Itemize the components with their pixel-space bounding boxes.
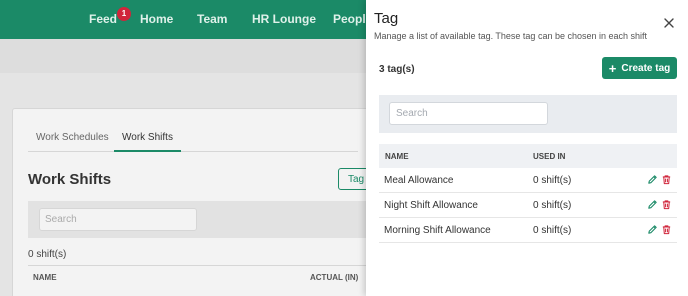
tag-count: 3 tag(s): [379, 64, 415, 75]
nav-hr-lounge[interactable]: HR Lounge: [252, 12, 316, 26]
page-title: Work Shifts: [28, 171, 112, 188]
tab-work-schedules[interactable]: Work Schedules: [36, 132, 109, 143]
tag-used-in: 0 shift(s): [533, 200, 572, 211]
plus-icon: +: [608, 60, 617, 76]
tab-divider: [28, 151, 358, 152]
table-row: Meal Allowance 0 shift(s): [379, 168, 677, 193]
column-header-used-in: USED IN: [533, 152, 566, 161]
tag-used-in: 0 shift(s): [533, 225, 572, 236]
table-row: Morning Shift Allowance 0 shift(s): [379, 218, 677, 243]
column-header-name: NAME: [385, 152, 409, 161]
column-header-name: NAME: [33, 273, 57, 282]
table-divider: [28, 265, 368, 266]
create-tag-label: Create tag: [621, 62, 671, 74]
delete-icon[interactable]: [661, 174, 672, 185]
tag-used-in: 0 shift(s): [533, 175, 572, 186]
edit-icon[interactable]: [647, 199, 658, 210]
tab-work-shifts[interactable]: Work Shifts: [122, 132, 173, 143]
column-header-actual-in: ACTUAL (IN): [310, 273, 359, 282]
shift-search-input[interactable]: Search: [39, 208, 197, 231]
tag-table: NAME USED IN Meal Allowance 0 shift(s) N…: [379, 144, 677, 243]
delete-icon[interactable]: [661, 224, 672, 235]
close-icon[interactable]: [662, 16, 676, 30]
drawer-subtitle: Manage a list of available tag. These ta…: [374, 31, 648, 41]
drawer-title: Tag: [374, 10, 399, 27]
create-tag-button[interactable]: + Create tag: [602, 57, 677, 79]
delete-icon[interactable]: [661, 199, 672, 210]
nav-team[interactable]: Team: [197, 12, 227, 26]
nav-feed[interactable]: Feed: [89, 12, 117, 26]
row-actions: [647, 199, 672, 210]
edit-icon[interactable]: [647, 224, 658, 235]
table-header: NAME USED IN: [379, 144, 677, 168]
tag-name: Morning Shift Allowance: [384, 225, 491, 236]
tag-name: Meal Allowance: [384, 175, 454, 186]
row-actions: [647, 224, 672, 235]
nav-home[interactable]: Home: [140, 12, 173, 26]
table-row: Night Shift Allowance 0 shift(s): [379, 193, 677, 218]
search-bar: [379, 95, 677, 133]
tag-drawer: Tag Manage a list of available tag. Thes…: [366, 0, 688, 296]
shift-count: 0 shift(s): [28, 249, 67, 260]
tag-search-input[interactable]: [389, 102, 548, 125]
active-tab-indicator: [114, 150, 181, 152]
edit-icon[interactable]: [647, 174, 658, 185]
notification-badge: 1: [117, 7, 131, 21]
tag-name: Night Shift Allowance: [384, 200, 478, 211]
row-actions: [647, 174, 672, 185]
